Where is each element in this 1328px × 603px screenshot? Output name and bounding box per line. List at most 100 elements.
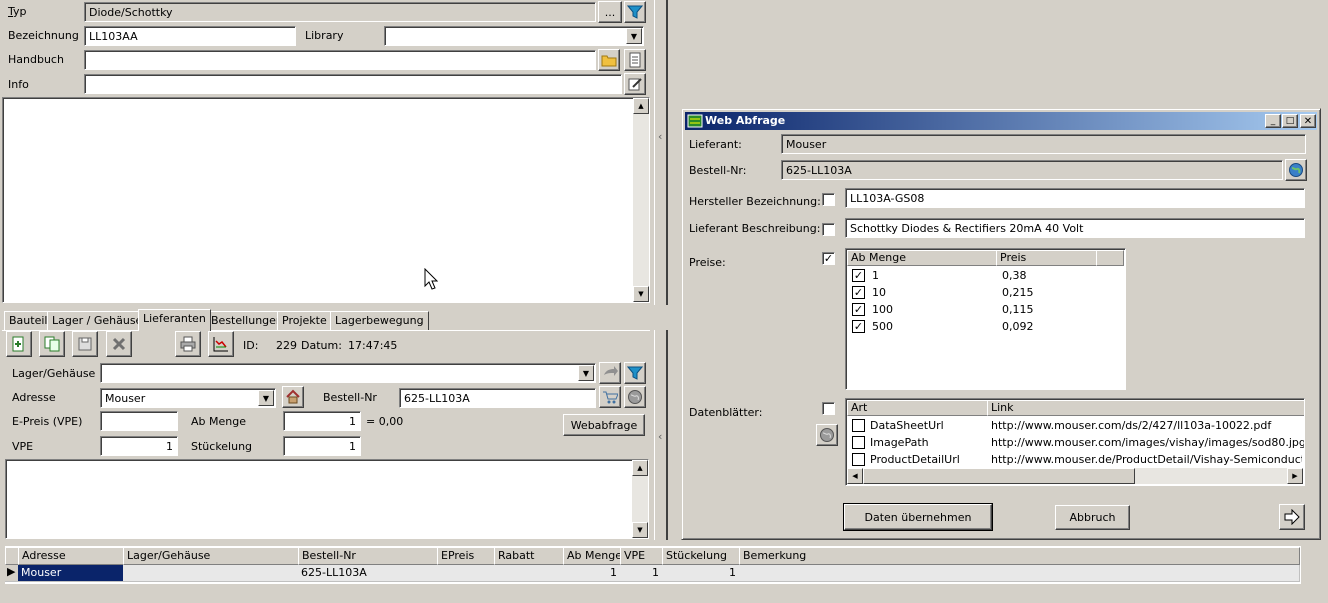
- preise-row[interactable]: ✓ 1 0,38: [852, 268, 1027, 285]
- handbuch-view-button[interactable]: [624, 49, 646, 71]
- lager-filter-button[interactable]: [624, 362, 646, 384]
- table-cell-bestellnr[interactable]: 625-LL103A: [298, 565, 438, 582]
- info-edit-button[interactable]: [624, 73, 646, 95]
- dlg-beschreibung-field[interactable]: Schottky Diodes & Rectifiers 20mA 40 Vol…: [845, 218, 1305, 238]
- dlg-bestellnr-field[interactable]: 625-LL103A: [781, 160, 1283, 180]
- notes-memo[interactable]: ▲ ▼: [2, 97, 650, 303]
- table-cell-bemerkung[interactable]: [739, 565, 1300, 582]
- datenblaetter-row-checkbox[interactable]: [852, 435, 865, 449]
- col-stueckelung[interactable]: Stückelung: [662, 547, 740, 565]
- preise-grid[interactable]: Ab Menge Preis ✓ 1 0,38 ✓ 10 0,215 ✓ 100…: [845, 248, 1126, 390]
- vertical-splitter[interactable]: [654, 0, 668, 305]
- col-bemerkung[interactable]: Bemerkung: [739, 547, 1300, 565]
- table-cell-epreis[interactable]: [437, 565, 495, 582]
- tab-projekte[interactable]: Projekte: [277, 311, 332, 330]
- table-cell-rabatt[interactable]: [494, 565, 564, 582]
- datenblaetter-row[interactable]: DataSheetUrl http://www.mouser.com/ds/2/…: [852, 418, 1302, 435]
- bemerkung-memo[interactable]: ▲ ▼: [5, 459, 649, 539]
- abbruch-button[interactable]: Abbruch: [1055, 505, 1130, 530]
- preise-col-preis[interactable]: Preis: [996, 250, 1097, 266]
- scroll-thumb[interactable]: [863, 468, 1135, 484]
- col-vpe[interactable]: VPE: [620, 547, 663, 565]
- webabfrage-button[interactable]: Webabfrage: [563, 414, 645, 436]
- filter-button[interactable]: [624, 1, 646, 23]
- datenblaetter-grid[interactable]: Art Link DataSheetUrl http://www.mouser.…: [845, 398, 1305, 486]
- table-cell-adresse[interactable]: Mouser: [18, 565, 124, 582]
- datenblaetter-row-checkbox[interactable]: [852, 452, 865, 466]
- scroll-left-icon[interactable]: ◀: [847, 468, 863, 484]
- dialog-titlebar[interactable]: Web Abfrage _ □ ✕: [685, 112, 1317, 130]
- datenblaetter-row[interactable]: ImagePath http://www.mouser.com/images/v…: [852, 435, 1304, 452]
- table-cell-stueckelung[interactable]: 1: [662, 565, 740, 582]
- adresse-open-button[interactable]: [282, 386, 304, 408]
- tab-lieferanten[interactable]: Lieferanten: [138, 309, 211, 331]
- bestellnr-input[interactable]: 625-LL103A: [399, 388, 596, 408]
- tab-lagerbewegung[interactable]: Lagerbewegung: [330, 311, 429, 330]
- datenblaetter-row-checkbox[interactable]: [852, 418, 865, 432]
- col-lager[interactable]: Lager/Gehäuse: [123, 547, 299, 565]
- abmenge-input[interactable]: 1: [283, 411, 361, 431]
- chevron-down-icon[interactable]: ▼: [578, 365, 594, 381]
- datenblaetter-col-link[interactable]: Link: [987, 400, 1304, 416]
- lager-goto-button[interactable]: [599, 362, 621, 384]
- bestellnr-cart-button[interactable]: [599, 386, 621, 408]
- dlg-preise-checkbox[interactable]: ✓: [822, 252, 835, 265]
- notes-scrollbar[interactable]: ▲ ▼: [633, 98, 649, 302]
- handbuch-open-button[interactable]: [598, 49, 620, 71]
- epreis-input[interactable]: [100, 411, 178, 431]
- dlg-hersteller-field[interactable]: LL103A-GS08: [845, 188, 1305, 208]
- dlg-lieferant-field[interactable]: Mouser: [781, 134, 1306, 154]
- col-rabatt[interactable]: Rabatt: [494, 547, 564, 565]
- preise-row-checkbox[interactable]: ✓: [852, 285, 865, 299]
- info-input[interactable]: [84, 74, 622, 94]
- dlg-bestellnr-web-button[interactable]: [1285, 159, 1307, 181]
- dlg-hersteller-checkbox[interactable]: [822, 193, 835, 206]
- preise-row-checkbox[interactable]: ✓: [852, 268, 865, 282]
- collapse-left-lower-icon[interactable]: ‹: [658, 430, 662, 443]
- col-adresse[interactable]: Adresse: [18, 547, 124, 565]
- save-button[interactable]: [72, 331, 98, 357]
- datenblaetter-hscrollbar[interactable]: ◀ ▶: [847, 468, 1303, 484]
- col-bestellnr[interactable]: Bestell-Nr: [298, 547, 438, 565]
- chart-button[interactable]: [208, 331, 234, 357]
- new-button[interactable]: [6, 331, 32, 357]
- close-button[interactable]: ✕: [1300, 114, 1316, 128]
- scroll-up-icon[interactable]: ▲: [632, 460, 648, 476]
- vpe-input[interactable]: 1: [100, 436, 178, 456]
- scroll-right-icon[interactable]: ▶: [1287, 468, 1303, 484]
- scroll-down-icon[interactable]: ▼: [632, 522, 648, 538]
- dlg-datenblaetter-checkbox[interactable]: [822, 402, 835, 415]
- preise-row[interactable]: ✓ 500 0,092: [852, 319, 1034, 336]
- chevron-down-icon[interactable]: ▼: [626, 28, 642, 44]
- tab-bauteil[interactable]: Bauteil: [4, 311, 53, 330]
- table-cell-lager[interactable]: [123, 565, 299, 582]
- col-abmenge[interactable]: Ab Menge: [563, 547, 621, 565]
- daten-uebernehmen-button[interactable]: Daten übernehmen: [843, 503, 993, 531]
- handbuch-input[interactable]: [84, 50, 596, 70]
- minimize-button[interactable]: _: [1265, 114, 1281, 128]
- chevron-down-icon[interactable]: ▼: [258, 390, 274, 406]
- col-epreis[interactable]: EPreis: [437, 547, 495, 565]
- bestellnr-web-button[interactable]: [624, 386, 646, 408]
- scroll-down-icon[interactable]: ▼: [633, 286, 649, 302]
- lager-select[interactable]: ▼: [100, 363, 596, 383]
- bezeichnung-input[interactable]: LL103AA: [84, 26, 296, 46]
- table-cell-vpe[interactable]: 1: [620, 565, 663, 582]
- dlg-next-button[interactable]: [1279, 504, 1305, 530]
- tab-lager-gehaeuse[interactable]: Lager / Gehäuse: [47, 311, 148, 330]
- delete-button[interactable]: [106, 331, 132, 357]
- datenblaetter-link[interactable]: http://www.mouser.de/ProductDetail/Visha…: [991, 453, 1302, 466]
- scroll-up-icon[interactable]: ▲: [633, 98, 649, 114]
- preise-row[interactable]: ✓ 10 0,215: [852, 285, 1034, 302]
- print-button[interactable]: [175, 331, 201, 357]
- copy-button[interactable]: [39, 331, 65, 357]
- preise-col-abmenge[interactable]: Ab Menge: [847, 250, 997, 266]
- library-select[interactable]: ▼: [384, 26, 644, 46]
- datenblaetter-col-art[interactable]: Art: [847, 400, 988, 416]
- table-cell-abmenge[interactable]: 1: [563, 565, 621, 582]
- adresse-select[interactable]: Mouser ▼: [100, 388, 276, 408]
- dlg-beschreibung-checkbox[interactable]: [822, 223, 835, 236]
- typ-browse-button[interactable]: ...: [598, 1, 622, 23]
- preise-row-checkbox[interactable]: ✓: [852, 319, 865, 333]
- preise-row-checkbox[interactable]: ✓: [852, 302, 865, 316]
